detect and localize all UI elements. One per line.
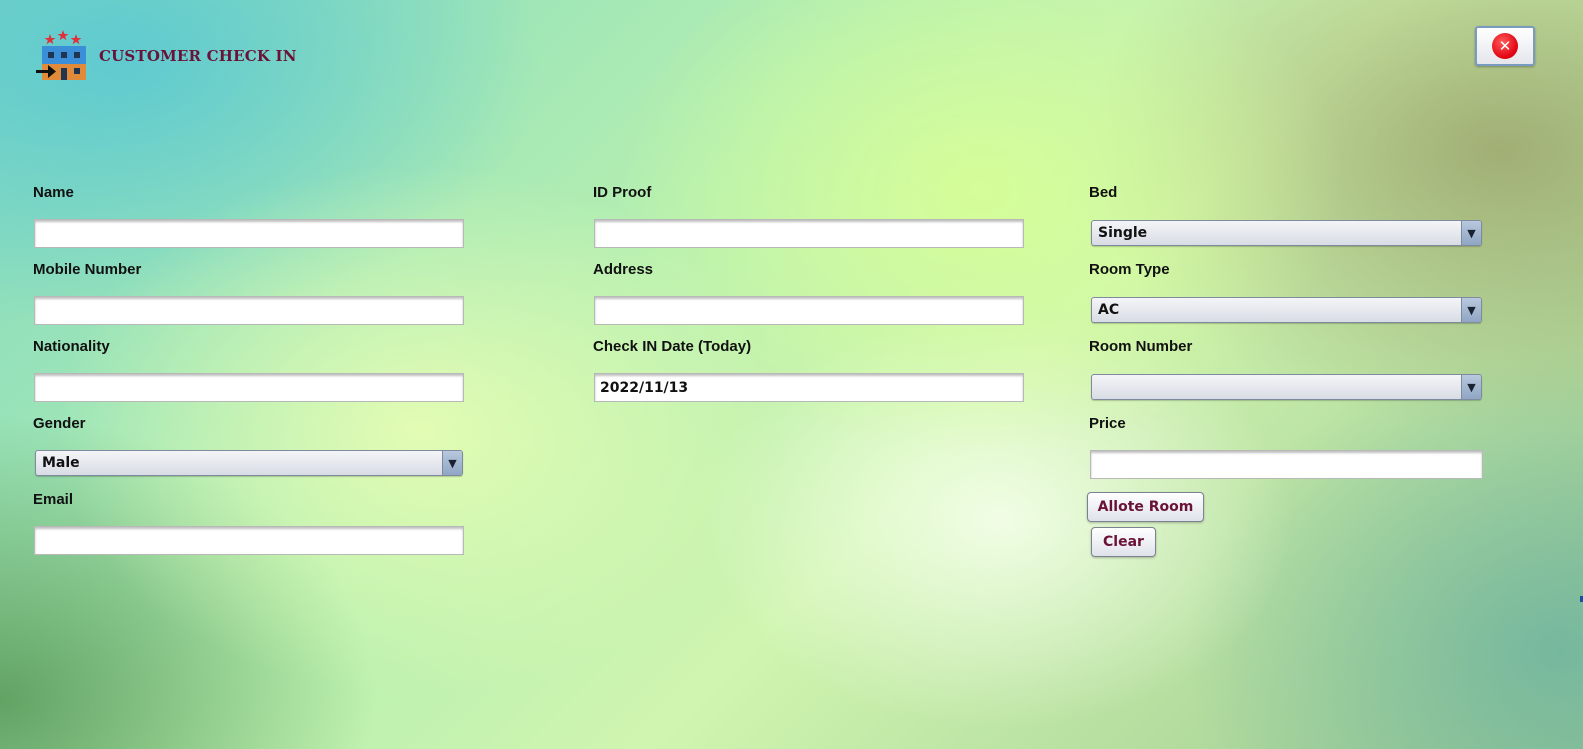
chevron-down-icon: ▼ — [1461, 221, 1481, 245]
id-proof-field[interactable] — [594, 219, 1024, 248]
bed-value: Single — [1098, 225, 1148, 241]
gender-label: Gender — [33, 415, 86, 432]
gender-select[interactable]: Male ▼ — [35, 450, 463, 476]
page-title: CUSTOMER CHECK IN — [99, 47, 297, 65]
room-type-label: Room Type — [1089, 261, 1170, 278]
clear-button[interactable]: Clear — [1091, 527, 1156, 557]
id-proof-label: ID Proof — [593, 184, 652, 201]
chevron-down-icon: ▼ — [1461, 298, 1481, 322]
hotel-check-in-icon — [36, 30, 86, 80]
room-number-label: Room Number — [1089, 338, 1193, 355]
bed-select[interactable]: Single ▼ — [1091, 220, 1482, 246]
nationality-label: Nationality — [33, 338, 110, 355]
chevron-down-icon: ▼ — [442, 451, 462, 475]
address-label: Address — [593, 261, 654, 278]
name-label: Name — [33, 184, 74, 201]
name-field[interactable] — [34, 219, 464, 248]
close-icon: ✕ — [1492, 33, 1518, 59]
room-type-value: AC — [1098, 302, 1120, 318]
close-button[interactable]: ✕ — [1475, 26, 1535, 66]
allote-room-button[interactable]: Allote Room — [1087, 492, 1204, 522]
bed-label: Bed — [1089, 184, 1118, 201]
mobile-number-label: Mobile Number — [33, 261, 142, 278]
nationality-field[interactable] — [34, 373, 464, 402]
mobile-number-field[interactable] — [34, 296, 464, 325]
email-field[interactable] — [34, 526, 464, 555]
price-label: Price — [1089, 415, 1126, 432]
room-number-select[interactable]: ▼ — [1091, 374, 1482, 400]
chevron-down-icon: ▼ — [1461, 375, 1481, 399]
room-type-select[interactable]: AC ▼ — [1091, 297, 1482, 323]
gender-value: Male — [42, 455, 80, 471]
check-in-date-field[interactable]: 2022/11/13 — [594, 373, 1024, 402]
email-label: Email — [33, 491, 74, 508]
price-field[interactable] — [1090, 450, 1483, 479]
address-field[interactable] — [594, 296, 1024, 325]
check-in-date-label: Check IN Date (Today) — [593, 338, 752, 355]
